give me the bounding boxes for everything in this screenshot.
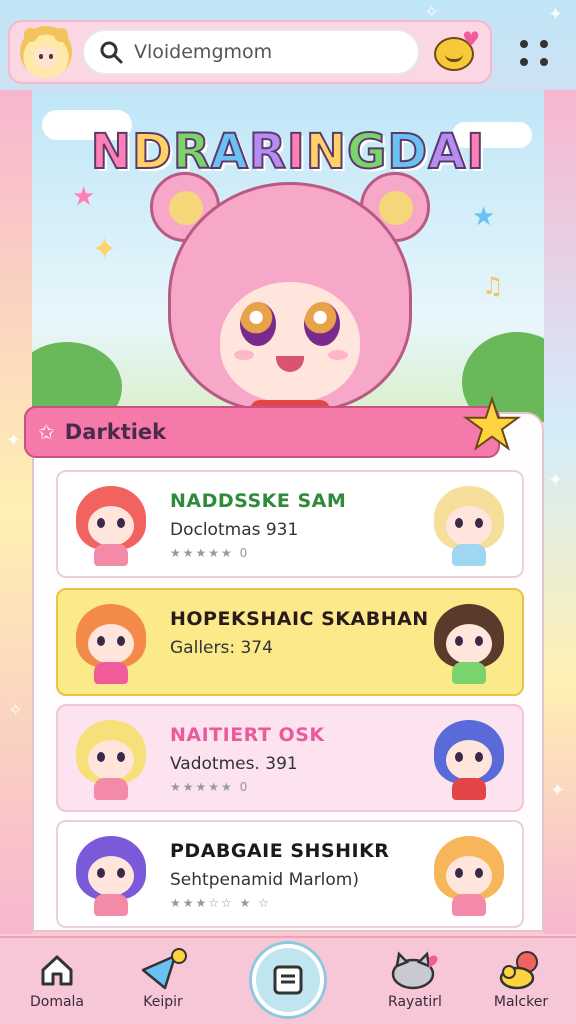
mascot-image [150, 172, 430, 422]
user-avatar[interactable] [20, 26, 72, 78]
character-thumbnail [426, 832, 512, 918]
item-subtitle: Vadotmes. 391 [170, 754, 298, 774]
kite-icon [141, 948, 187, 990]
item-subtitle: Sehtpenamid Marlom) [170, 870, 360, 890]
item-title: NAITIERT OSK [170, 724, 325, 746]
panel-title: Darktiek [64, 420, 167, 444]
nav-item-keipir[interactable]: Keipir [118, 948, 208, 1010]
side-decoration-left [0, 90, 32, 934]
item-rating: ★★★★★ 0 [170, 546, 250, 560]
list-item[interactable]: PDABGAIE SHSHIKR Sehtpenamid Marlom) ★★★… [56, 820, 524, 928]
nav-label: Domala [29, 994, 85, 1010]
center-menu-button[interactable] [252, 944, 324, 1016]
nav-item-malcker[interactable]: Malcker [476, 948, 566, 1010]
bear-logo-icon[interactable]: ♥ [430, 29, 480, 75]
sparkle-icon: ✦ [548, 470, 564, 491]
duck-icon [499, 951, 538, 990]
sparkle-icon: ✦ [6, 430, 22, 451]
sparkle-icon: ✦ [550, 780, 566, 801]
nav-item-rayatirl[interactable]: Rayatirl [370, 948, 460, 1010]
sparkle-icon: ✦ [548, 4, 564, 25]
search-box[interactable] [82, 29, 420, 75]
top-bar: ♥ [8, 20, 492, 84]
item-title: HOPEKSHAIC SKABHAN [170, 608, 429, 630]
hero-title-letter: A [427, 123, 467, 181]
character-thumbnail [426, 482, 512, 568]
hero-banner: ★ ✦ ★ ♫ NDRARINGDAI [32, 92, 544, 422]
item-subtitle: Gallers: 374 [170, 638, 273, 658]
star-icon: ★ [72, 182, 96, 212]
star-icon: ✦ [92, 232, 118, 267]
star-outline-icon: ✩ [38, 420, 55, 444]
list-item[interactable]: NAITIERT OSK Vadotmes. 391 ★★★★★ 0 [56, 704, 524, 812]
item-title: NADDSSKE SAM [170, 490, 347, 512]
search-input[interactable] [134, 41, 404, 63]
cat-icon [391, 951, 438, 990]
star-icon: ★ [472, 202, 496, 232]
item-rating: ★★★★★ 0 [170, 780, 250, 794]
nav-item-home[interactable]: Domala [12, 948, 102, 1010]
list-item[interactable]: NADDSSKE SAM Doclotmas 931 ★★★★★ 0 [56, 470, 524, 578]
item-title: PDABGAIE SHSHIKR [170, 840, 390, 862]
search-icon [100, 41, 123, 64]
panel-header: ✩ Darktiek [24, 406, 500, 458]
item-subtitle: Doclotmas 931 [170, 520, 299, 540]
nav-label: Rayatirl [388, 994, 442, 1010]
hero-title-letter: I [465, 123, 486, 181]
nav-label: Malcker [493, 994, 549, 1010]
music-note-icon: ♫ [482, 272, 504, 300]
side-decoration-right [544, 90, 576, 934]
list-item[interactable]: HOPEKSHAIC SKABHAN Gallers: 374 [56, 588, 524, 696]
character-thumbnail [426, 716, 512, 802]
sparkle-icon: ✧ [8, 700, 24, 721]
smiling-star-icon: ★ [461, 386, 524, 465]
item-rating: ★★★☆☆ ★ ☆ [170, 896, 271, 910]
character-thumbnail [68, 716, 154, 802]
home-icon [41, 955, 73, 986]
nav-label: Keipir [143, 994, 183, 1010]
character-thumbnail [426, 600, 512, 686]
center-menu-icon [273, 965, 303, 995]
character-thumbnail [68, 600, 154, 686]
menu-dots-icon[interactable] [520, 40, 552, 68]
hero-title-letter: N [90, 123, 132, 181]
character-thumbnail [68, 832, 154, 918]
character-thumbnail [68, 482, 154, 568]
